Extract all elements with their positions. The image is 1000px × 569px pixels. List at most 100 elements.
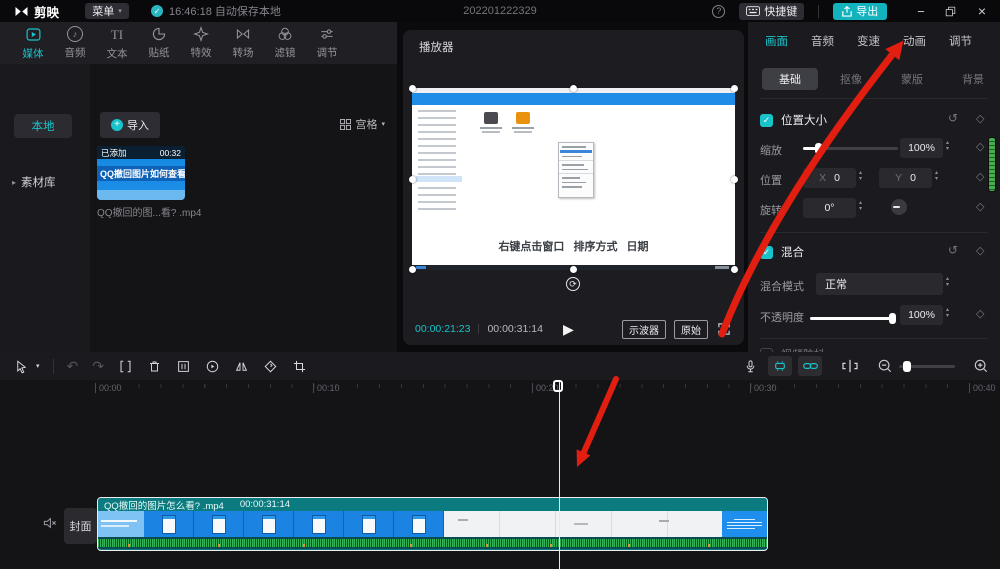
scope-button[interactable]: 示波器 <box>622 319 666 339</box>
tab-text[interactable]: TI 文本 <box>96 22 138 64</box>
position-y-stepper[interactable]: ▴ ▾ <box>935 170 938 182</box>
blend-mode-stepper[interactable]: ▴ ▾ <box>946 276 949 288</box>
position-y-field[interactable]: Y 0 <box>879 168 932 188</box>
view-mode-button[interactable]: 宫格 ▾ <box>340 116 385 132</box>
selection-handle[interactable] <box>409 266 416 273</box>
tab-filter[interactable]: 滤镜 <box>264 22 306 64</box>
position-x-field[interactable]: X 0 <box>803 168 856 188</box>
playhead-marker[interactable] <box>553 380 563 392</box>
reset-icon[interactable]: ↺ <box>948 243 958 257</box>
reverse-icon[interactable] <box>205 359 220 374</box>
rotate-field[interactable]: 0° <box>803 198 856 218</box>
opacity-value[interactable]: 100% <box>900 305 943 325</box>
rotate-dial[interactable] <box>891 199 907 215</box>
panel-scrollbar[interactable] <box>988 137 996 192</box>
inspector-tab-audio[interactable]: 音频 <box>811 33 834 49</box>
crop-icon[interactable] <box>292 359 307 374</box>
video-preview[interactable]: 右键点击窗口 排序方式 日期 <box>409 85 738 273</box>
text-icon: TI <box>110 26 124 42</box>
freeze-frame-icon[interactable] <box>176 359 191 374</box>
selection-handle[interactable] <box>731 266 738 273</box>
topbar-divider <box>818 4 820 18</box>
import-button[interactable]: + 导入 <box>100 112 160 138</box>
source-library[interactable]: ▸ 素材库 <box>12 174 56 190</box>
export-button[interactable]: 导出 <box>833 2 888 20</box>
rotate-tool-icon[interactable] <box>263 359 278 374</box>
cover-button[interactable]: 封面 <box>64 508 97 544</box>
selection-handle[interactable] <box>731 85 738 92</box>
subtab-mask[interactable]: 蒙版 <box>884 68 940 90</box>
play-button[interactable]: ▶ <box>563 321 574 338</box>
keyframe-diamond-icon[interactable]: ◇ <box>976 140 984 153</box>
redo-icon[interactable]: ↷ <box>92 358 104 375</box>
delete-icon[interactable] <box>147 359 162 374</box>
shortcut-button[interactable]: 快捷键 <box>739 2 805 20</box>
inspector-tab-speed[interactable]: 变速 <box>857 33 880 49</box>
split-icon[interactable] <box>118 359 133 374</box>
snap-toggle[interactable] <box>768 356 792 376</box>
clip-filmstrip <box>98 511 767 537</box>
position-x-stepper[interactable]: ▴ ▾ <box>859 170 862 182</box>
timeline-zoom-slider[interactable] <box>899 361 955 372</box>
opacity-stepper[interactable]: ▴ ▾ <box>946 307 949 319</box>
keyframe-diamond-icon[interactable]: ◇ <box>976 307 984 320</box>
tab-media[interactable]: 媒体 <box>12 22 54 64</box>
playhead-line[interactable] <box>558 380 560 569</box>
opacity-slider[interactable] <box>810 313 896 324</box>
minimize-button[interactable]: − <box>917 4 925 19</box>
tab-effects[interactable]: 特效 <box>180 22 222 64</box>
subtab-background[interactable]: 背景 <box>945 68 1000 90</box>
current-time: 00:00:21:23 <box>415 323 471 335</box>
maximize-button[interactable] <box>945 6 956 17</box>
scale-stepper[interactable]: ▴ ▾ <box>946 140 949 152</box>
record-mic-icon[interactable] <box>743 359 758 374</box>
scale-slider[interactable] <box>803 143 898 154</box>
subtab-basic[interactable]: 基础 <box>762 68 818 90</box>
timeline-ruler[interactable]: 00:00 00:10 00:20 00:30 00:40 <box>0 380 1000 396</box>
close-button[interactable]: × <box>978 3 986 19</box>
keyframe-diamond-icon[interactable]: ◇ <box>976 112 984 125</box>
select-tool-caret-icon[interactable]: ▾ <box>36 362 40 370</box>
selection-handle[interactable] <box>570 266 577 273</box>
timeline-clip[interactable]: QQ撤回的图片怎么看? .mp4 00:00:31:14 <box>97 497 768 551</box>
help-icon[interactable]: ? <box>712 4 726 18</box>
selection-handle[interactable] <box>409 85 416 92</box>
undo-icon[interactable]: ↶ <box>67 358 79 375</box>
tab-adjust[interactable]: 调节 <box>306 22 348 64</box>
tab-transition[interactable]: 转场 <box>222 22 264 64</box>
scale-value[interactable]: 100% <box>900 138 943 158</box>
zoom-in-icon[interactable] <box>974 359 988 373</box>
blend-mode-select[interactable]: 正常 <box>816 273 943 295</box>
keyframe-diamond-icon[interactable]: ◇ <box>976 170 984 183</box>
reset-icon[interactable]: ↺ <box>948 111 958 125</box>
inspector-tab-animation[interactable]: 动画 <box>903 33 926 49</box>
rotate-stepper[interactable]: ▴ ▾ <box>859 200 862 212</box>
media-panel: 媒体 ♪ 音频 TI 文本 贴纸 特效 转场 滤镜 调节 本地 ▸ 素材库 + … <box>0 22 397 352</box>
tab-sticker[interactable]: 贴纸 <box>138 22 180 64</box>
mute-track-icon[interactable] <box>42 515 58 531</box>
explorer-sidebar <box>418 110 456 210</box>
fullscreen-icon[interactable] <box>718 323 730 335</box>
keyframe-diamond-icon[interactable]: ◇ <box>976 244 984 257</box>
tab-audio[interactable]: ♪ 音频 <box>54 22 96 64</box>
zoom-out-icon[interactable] <box>878 359 892 373</box>
select-tool-icon[interactable] <box>14 359 29 374</box>
selection-handle[interactable] <box>570 85 577 92</box>
linkage-toggle[interactable] <box>798 356 822 376</box>
source-local[interactable]: 本地 <box>14 114 72 138</box>
subtab-cutout[interactable]: 抠像 <box>823 68 879 90</box>
position-size-checkbox[interactable]: ✓ <box>760 113 773 127</box>
media-item-thumbnail[interactable]: 已添加 00:32 QQ撤回图片如何查看? <box>97 146 185 200</box>
inspector-tab-adjust[interactable]: 调节 <box>949 33 972 49</box>
selection-handle[interactable] <box>409 176 416 183</box>
preview-axis-icon[interactable] <box>842 359 858 373</box>
blend-checkbox[interactable]: ✓ <box>760 245 773 259</box>
mirror-icon[interactable] <box>234 359 249 374</box>
rotate-handle-icon[interactable]: ⟳ <box>566 277 580 291</box>
ratio-button[interactable]: 原始 <box>674 319 708 339</box>
selection-handle[interactable] <box>731 176 738 183</box>
adjust-icon <box>321 29 333 39</box>
keyframe-diamond-icon[interactable]: ◇ <box>976 200 984 213</box>
inspector-tab-picture[interactable]: 画面 <box>765 33 788 49</box>
rotate-label: 旋转 <box>760 205 782 217</box>
